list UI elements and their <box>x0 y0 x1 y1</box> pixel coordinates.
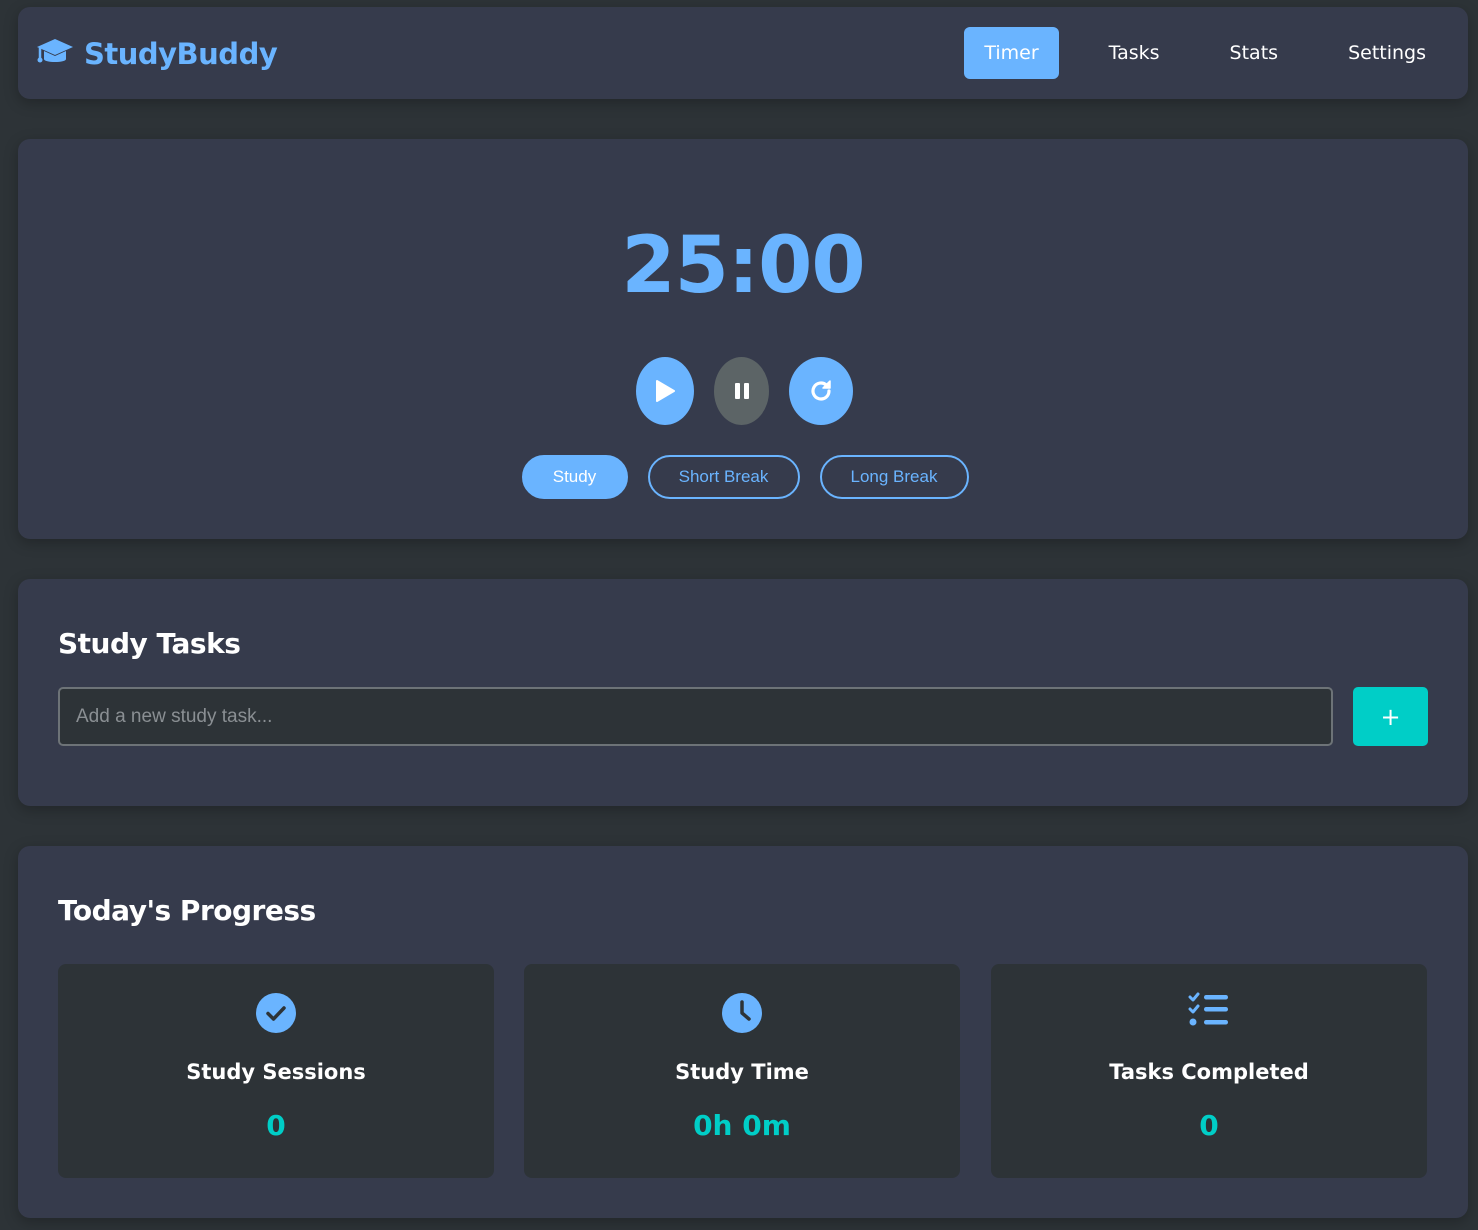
stat-study-sessions: Study Sessions 0 <box>58 964 494 1178</box>
stat-value: 0 <box>1199 1109 1219 1142</box>
play-icon <box>656 380 675 402</box>
mode-study-button[interactable]: Study <box>521 455 628 499</box>
add-task-button[interactable]: + <box>1353 687 1428 746</box>
check-circle-icon <box>256 993 296 1033</box>
pause-icon <box>734 383 749 399</box>
reset-icon <box>811 380 831 401</box>
stat-label: Study Time <box>675 1060 809 1084</box>
tasks-panel: Study Tasks + <box>18 579 1468 806</box>
stat-study-time: Study Time 0h 0m <box>524 964 960 1178</box>
nav-settings[interactable]: Settings <box>1328 27 1446 79</box>
stat-label: Study Sessions <box>186 1060 366 1084</box>
pause-button[interactable] <box>714 357 769 425</box>
stat-value: 0 <box>266 1109 286 1142</box>
timer-controls <box>21 357 1468 425</box>
app-header: StudyBuddy Timer Tasks Stats Settings <box>18 7 1468 99</box>
task-input[interactable] <box>58 687 1333 746</box>
nav-timer[interactable]: Timer <box>964 27 1059 79</box>
progress-title: Today's Progress <box>58 894 316 927</box>
clock-icon <box>722 993 762 1033</box>
nav-tasks[interactable]: Tasks <box>1089 27 1180 79</box>
stat-label: Tasks Completed <box>1109 1060 1309 1084</box>
graduation-cap-icon <box>36 37 74 71</box>
brand[interactable]: StudyBuddy <box>36 37 278 71</box>
mode-long-break-button[interactable]: Long Break <box>819 455 969 499</box>
timer-panel: 25:00 Study Short Break Long Break <box>18 139 1468 539</box>
task-list-icon <box>1188 992 1228 1026</box>
play-button[interactable] <box>636 357 694 425</box>
main-nav: Timer Tasks Stats Settings <box>951 27 1446 79</box>
progress-panel: Today's Progress Study Sessions 0 Study … <box>18 846 1468 1218</box>
timer-modes: Study Short Break Long Break <box>22 455 1468 499</box>
mode-short-break-button[interactable]: Short Break <box>647 455 800 499</box>
app-name: StudyBuddy <box>84 37 278 71</box>
stat-tasks-completed: Tasks Completed 0 <box>991 964 1427 1178</box>
nav-stats[interactable]: Stats <box>1210 27 1299 79</box>
stat-value: 0h 0m <box>693 1109 791 1142</box>
reset-button[interactable] <box>789 357 853 425</box>
tasks-title: Study Tasks <box>58 627 241 660</box>
timer-display: 25:00 <box>621 221 865 311</box>
